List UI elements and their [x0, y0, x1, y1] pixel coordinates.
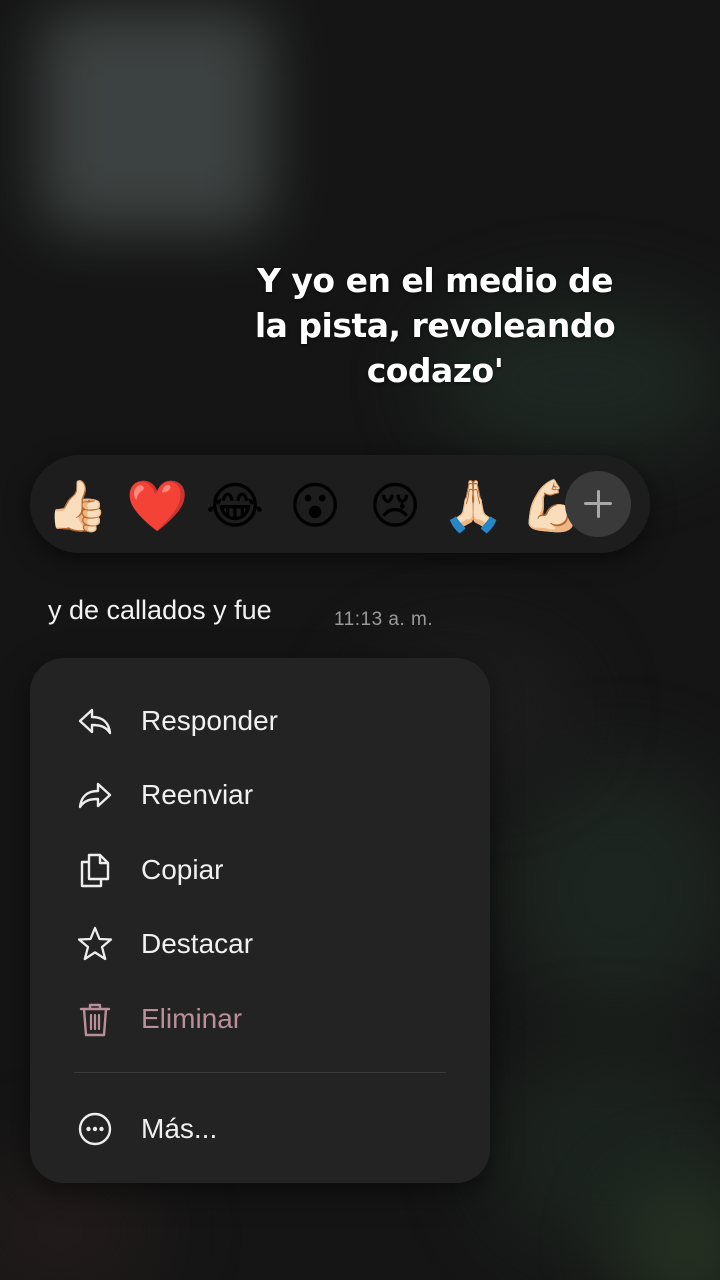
- reaction-bar: 👍🏻 ❤️ 😂 😮 😢 🙏🏻 💪🏻: [30, 455, 650, 553]
- message-context-menu: Responder Reenviar Copiar Destacar Elimi…: [30, 658, 490, 1183]
- copy-icon: [80, 853, 110, 888]
- selected-message: y de callados y fue 11:13 a. m.: [48, 588, 468, 638]
- forward-button[interactable]: Reenviar: [30, 762, 490, 828]
- forward-label: Reenviar: [141, 779, 254, 810]
- reply-icon: [78, 708, 112, 735]
- forward-icon: [78, 782, 112, 809]
- trash-icon: [79, 1003, 111, 1037]
- crying-face-icon[interactable]: 😢: [364, 475, 426, 537]
- tears-of-joy-icon[interactable]: 😂: [204, 475, 266, 537]
- star-icon: [77, 926, 113, 961]
- add-reaction-button[interactable]: [565, 471, 631, 537]
- message-text: y de callados y fue: [48, 595, 272, 625]
- caption-line-1: Y yo en el medio de: [257, 261, 613, 300]
- delete-label: Eliminar: [141, 1003, 243, 1034]
- star-button[interactable]: Destacar: [30, 911, 490, 977]
- reply-button[interactable]: Responder: [30, 688, 490, 754]
- copy-label: Copiar: [141, 854, 224, 885]
- heart-icon[interactable]: ❤️: [126, 475, 188, 537]
- thumbs-up-icon[interactable]: 👍🏻: [46, 475, 108, 537]
- star-label: Destacar: [141, 928, 254, 959]
- delete-button[interactable]: Eliminar: [30, 986, 490, 1052]
- caption-line-3: codazo': [366, 351, 504, 390]
- message-timestamp: 11:13 a. m.: [334, 609, 434, 630]
- folded-hands-icon[interactable]: 🙏🏻: [442, 475, 504, 537]
- menu-divider: [74, 1072, 446, 1073]
- surprised-face-icon[interactable]: 😮: [284, 475, 346, 537]
- video-caption: Y yo en el medio de la pista, revoleando…: [180, 258, 690, 393]
- screen: Y yo en el medio de la pista, revoleando…: [0, 0, 720, 1280]
- more-button[interactable]: Más...: [30, 1096, 490, 1162]
- caption-line-2: la pista, revoleando: [254, 306, 616, 345]
- reply-label: Responder: [141, 705, 278, 736]
- more-icon: [78, 1112, 112, 1146]
- more-label: Más...: [141, 1113, 218, 1144]
- copy-button[interactable]: Copiar: [30, 837, 490, 903]
